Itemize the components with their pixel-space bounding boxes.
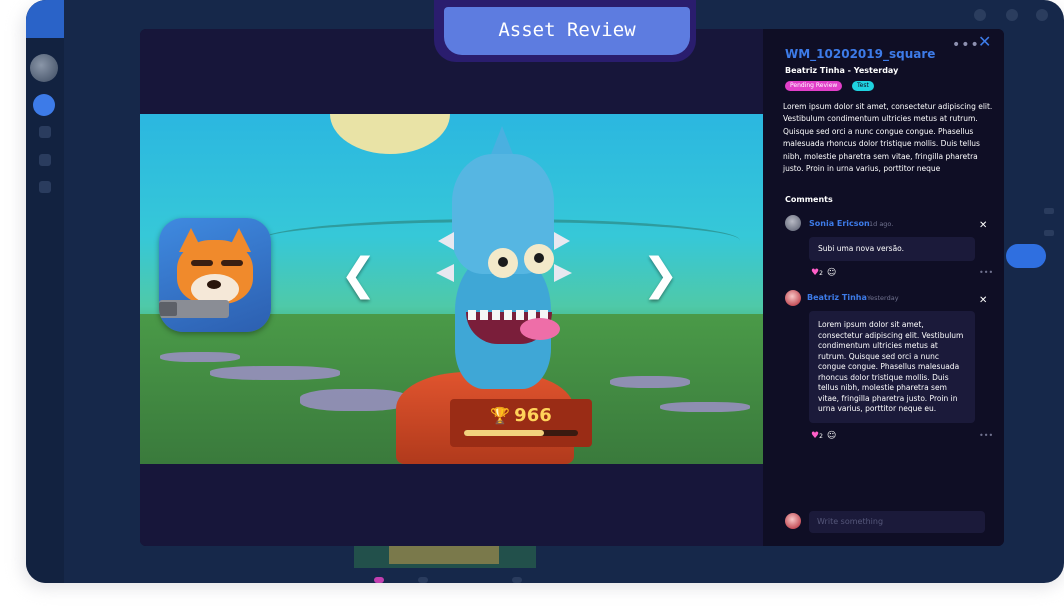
pager-dot[interactable] [512,577,522,583]
delete-comment-icon[interactable]: ✕ [979,220,987,231]
avatar [785,290,801,306]
sidebar-item-4[interactable] [39,181,51,193]
chevron-right-icon[interactable]: ❯ [642,253,679,297]
trophy-progress-bar [464,430,578,436]
comment-input[interactable]: Write something [809,511,985,533]
pager-dot-active[interactable] [374,577,384,583]
heart-icon[interactable]: ♥ [811,268,819,278]
more-options-icon[interactable]: ••• [952,37,980,53]
comment-author[interactable]: Beatriz Tinha [807,293,867,302]
rail-item-2[interactable] [1044,230,1054,236]
sidebar-item-home[interactable] [33,94,55,116]
sun-shape [330,114,450,154]
rail-item-1[interactable] [1044,208,1054,214]
comments-heading: Comments [785,195,833,204]
fox-brow [221,260,243,266]
close-icon[interactable]: ✕ [978,32,991,51]
rock-shape [660,402,750,412]
gun-barrel [159,302,177,316]
spike-shape [554,264,572,282]
rock-shape [210,366,340,380]
search-icon[interactable] [974,9,986,21]
comment-time: 1d ago. [869,220,894,228]
spike-shape [436,264,454,282]
trophy-icon: 🏆 [490,406,511,425]
spike-shape [438,232,454,250]
character-eye-right [524,244,554,274]
asset-title: WM_10202019_square [785,47,936,61]
user-avatar[interactable] [30,54,58,82]
character-tongue [520,318,560,340]
rail-active-pill[interactable] [1006,244,1046,268]
character-eye-left [488,248,518,278]
add-reaction-icon[interactable]: ☺ [827,431,836,441]
current-user-avatar [785,513,801,529]
reaction-count: 2 [819,433,823,440]
heart-icon[interactable]: ♥ [811,431,819,441]
trophy-row: 🏆 966 [450,405,592,426]
app-logo[interactable] [26,0,64,38]
tag-pending-review[interactable]: Pending Review [785,81,843,91]
rock-shape [610,376,690,388]
rock-shape [160,352,240,362]
asset-viewer: 🏆 966 ❮ ❯ [140,29,763,546]
details-panel: ••• ✕ WM_10202019_square Beatriz Tinha -… [763,29,1004,546]
game-app-icon [159,218,271,332]
spike-shape [554,232,570,250]
delete-comment-icon[interactable]: ✕ [979,295,987,306]
avatar [785,215,801,231]
comment-reactions: ♥2 ☺ [811,431,836,441]
notification-icon[interactable] [1006,9,1018,21]
reaction-count: 2 [819,270,823,277]
rock-shape [300,389,410,411]
comment-reactions: ♥2 ☺ [811,268,836,278]
add-reaction-icon[interactable]: ☺ [827,268,836,278]
sidebar-item-3[interactable] [39,154,51,166]
asset-description: Lorem ipsum dolor sit amet, consectetur … [783,102,993,174]
comment-time: Yesterday [867,294,899,302]
asset-subtitle: Beatriz Tinha - Yesterday [785,66,899,75]
fox-brow [191,260,213,266]
fox-nose [207,280,221,289]
trophy-plaque: 🏆 966 [450,399,592,447]
thumbnail-highlight [389,546,499,564]
settings-icon[interactable] [1036,9,1048,21]
comment-more-icon[interactable]: ••• [979,268,993,277]
page-title: Asset Review [444,7,690,55]
trophy-count: 966 [514,405,552,426]
sidebar-item-2[interactable] [39,126,51,138]
app-sidebar [26,0,64,583]
trophy-progress-fill [464,430,544,436]
pager-dot[interactable] [418,577,428,583]
tag-test[interactable]: Test [852,81,874,91]
comment-text: Lorem ipsum dolor sit amet, consectetur … [809,311,975,423]
comment-text: Subi uma nova versão. [809,237,975,261]
asset-review-modal: 🏆 966 ❮ ❯ ••• ✕ WM_10202019_square Beatr… [140,29,1004,546]
comment-more-icon[interactable]: ••• [979,431,993,440]
comment-author[interactable]: Sonia Ericson [809,219,870,228]
chevron-left-icon[interactable]: ❮ [340,253,377,297]
